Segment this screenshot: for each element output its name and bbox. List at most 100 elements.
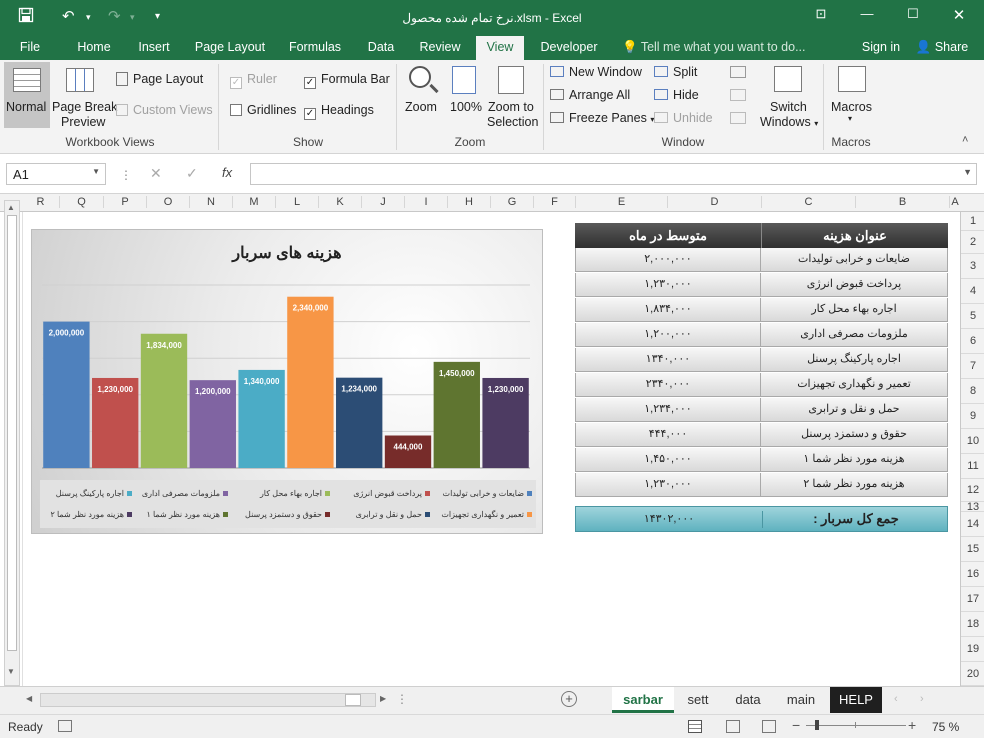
table-cell-title[interactable]: پرداخت قبوض انرژی [761, 273, 948, 297]
table-cell-average[interactable]: ۱,۲۳۰,۰۰۰ [575, 473, 761, 497]
tab-view[interactable]: View [476, 36, 524, 60]
zoom-100-button[interactable]: 100% [446, 62, 482, 128]
split-button[interactable]: Split [654, 65, 697, 79]
row-header[interactable]: 19 [961, 637, 984, 662]
table-cell-title[interactable]: هزینه مورد نظر شما ۲ [761, 473, 948, 497]
tab-home[interactable]: Home [72, 36, 116, 60]
row-header[interactable]: 4 [961, 279, 984, 304]
zoom-out-icon[interactable]: − [792, 717, 800, 733]
insert-function-icon[interactable]: fx [222, 165, 232, 180]
sheet-split-icon[interactable]: ⋮ [396, 692, 408, 706]
table-cell-average[interactable]: ۱,۲۳۴,۰۰۰ [575, 398, 761, 422]
table-cell-title[interactable]: تعمیر و نگهداری تجهیزات [761, 373, 948, 397]
zoom-slider-thumb[interactable] [815, 720, 819, 730]
row-header[interactable]: 13 [961, 502, 984, 513]
row-header[interactable]: 11 [961, 454, 984, 479]
tab-page-layout[interactable]: Page Layout [192, 36, 268, 60]
normal-view-button[interactable]: Normal [4, 62, 50, 128]
column-header[interactable]: F [534, 196, 576, 208]
row-header[interactable]: 5 [961, 304, 984, 329]
column-header[interactable]: B [856, 196, 950, 208]
tab-review[interactable]: Review [416, 36, 464, 60]
sheet-tab-sett[interactable]: sett [676, 687, 720, 713]
new-window-button[interactable]: New Window [550, 65, 642, 79]
tab-developer[interactable]: Developer [536, 36, 602, 60]
row-header[interactable]: 12 [961, 479, 984, 502]
row-header[interactable]: 1 [961, 212, 984, 231]
chart-bar[interactable] [384, 435, 432, 468]
sheet-tab-main[interactable]: main [776, 687, 826, 713]
table-cell-average[interactable]: ۱۳۴۰,۰۰۰ [575, 348, 761, 372]
share-button[interactable]: 👤 Share [910, 36, 974, 60]
column-header[interactable]: I [405, 196, 448, 208]
row-header[interactable]: 3 [961, 254, 984, 279]
close-icon[interactable]: ✕ [944, 6, 974, 24]
row-header[interactable]: 10 [961, 429, 984, 454]
restore-icon[interactable]: ☐ [898, 6, 928, 22]
column-header[interactable]: A [950, 196, 960, 208]
hide-button[interactable]: Hide [654, 88, 699, 102]
freeze-panes-button[interactable]: Freeze Panes ▾ [550, 111, 654, 125]
hscroll-left-icon[interactable]: ◀ [26, 694, 32, 703]
name-box[interactable]: A1 ▼ [6, 163, 106, 185]
tell-me-box[interactable]: 💡 Tell me what you want to do... [622, 36, 806, 60]
row-header[interactable]: 20 [961, 662, 984, 686]
page-layout-status-icon[interactable] [726, 720, 740, 733]
macro-recording-icon[interactable] [58, 720, 72, 732]
headings-checkbox[interactable]: ✓ Headings [304, 103, 374, 120]
table-cell-title[interactable]: هزینه مورد نظر شما ۱ [761, 448, 948, 472]
switch-windows-button[interactable]: Switch Windows ▾ [756, 62, 820, 129]
zoom-in-icon[interactable]: + [908, 717, 916, 733]
table-cell-average[interactable]: ۱,۸۳۴,۰۰۰ [575, 298, 761, 322]
table-cell-average[interactable]: ۲,۰۰۰,۰۰۰ [575, 248, 761, 272]
table-cell-average[interactable]: ۲۳۴۰,۰۰۰ [575, 373, 761, 397]
chart-bar[interactable] [43, 321, 90, 468]
table-cell-average[interactable]: ۱,۲۳۰,۰۰۰ [575, 273, 761, 297]
zoom-button[interactable]: Zoom [402, 62, 442, 128]
chart-bar[interactable] [287, 296, 334, 468]
scroll-up-icon[interactable]: ▲ [7, 203, 15, 212]
column-header[interactable]: R [22, 196, 60, 208]
gridlines-checkbox[interactable]: Gridlines [230, 103, 296, 117]
horizontal-scrollbar[interactable] [40, 693, 376, 707]
row-header[interactable]: 17 [961, 587, 984, 612]
row-header[interactable]: 16 [961, 562, 984, 587]
page-layout-view-button[interactable]: Page Layout [116, 72, 203, 86]
column-header[interactable]: K [319, 196, 362, 208]
zoom-to-selection-button[interactable]: Zoom to Selection [484, 62, 540, 129]
tab-formulas[interactable]: Formulas [284, 36, 346, 60]
column-header[interactable]: L [276, 196, 319, 208]
scroll-thumb[interactable] [7, 215, 17, 651]
normal-view-status-icon[interactable] [688, 720, 702, 733]
minimize-icon[interactable]: — [852, 6, 882, 21]
row-header[interactable]: 15 [961, 537, 984, 562]
hscroll-thumb[interactable] [345, 694, 361, 706]
column-header[interactable]: Q [60, 196, 104, 208]
row-header[interactable]: 7 [961, 354, 984, 379]
column-header[interactable]: J [362, 196, 405, 208]
row-header[interactable]: 14 [961, 512, 984, 537]
row-header[interactable]: 6 [961, 329, 984, 354]
sheet-tab-help[interactable]: HELP [830, 687, 882, 713]
ribbon-display-options-icon[interactable]: ⊡ [806, 6, 836, 22]
table-cell-title[interactable]: ملزومات مصرفی اداری [761, 323, 948, 347]
scroll-down-icon[interactable]: ▼ [7, 667, 15, 676]
formula-bar-grip-icon[interactable]: ⋮ [120, 168, 132, 182]
overhead-cost-chart[interactable]: هزینه های سربار 2,000,000 1,230,000 1,834,… [31, 229, 543, 534]
collapse-ribbon-icon[interactable]: ˄ [962, 134, 968, 146]
row-header[interactable]: 2 [961, 231, 984, 254]
table-cell-title[interactable]: اجاره بهاء محل کار [761, 298, 948, 322]
row-header[interactable]: 9 [961, 404, 984, 429]
hscroll-right-icon[interactable]: ▶ [380, 694, 386, 703]
table-cell-title[interactable]: حمل و نقل و ترابری [761, 398, 948, 422]
zoom-slider[interactable] [806, 720, 906, 730]
macros-button[interactable]: Macros ▾ [828, 62, 876, 128]
table-cell-title[interactable]: ضایعات و خرابی تولیدات [761, 248, 948, 272]
column-header[interactable]: C [762, 196, 856, 208]
formula-input[interactable]: ▼ [250, 163, 977, 185]
arrange-all-button[interactable]: Arrange All [550, 88, 630, 102]
page-break-preview-button[interactable]: Page Break Preview [52, 62, 117, 129]
row-header[interactable]: 8 [961, 379, 984, 404]
sheet-tab-sarbar[interactable]: sarbar [612, 687, 674, 713]
sheet-tab-data[interactable]: data [724, 687, 772, 713]
